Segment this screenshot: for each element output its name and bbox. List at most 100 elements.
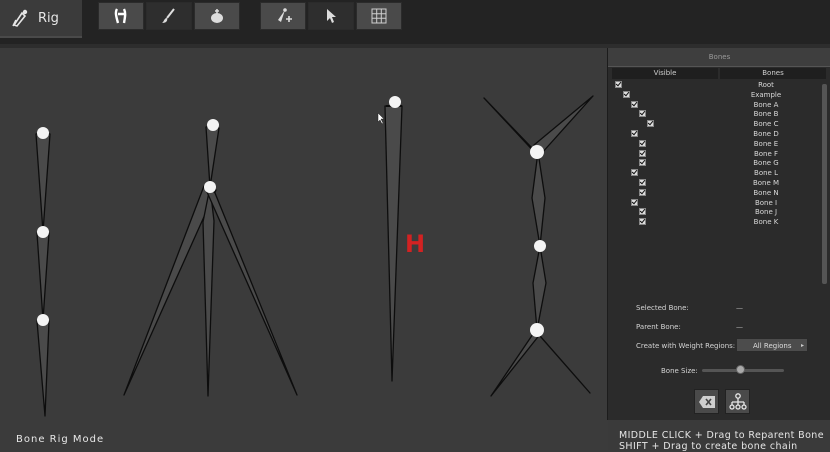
bone-joint[interactable]	[204, 181, 216, 193]
bone-shape[interactable]	[205, 125, 220, 188]
bone-shape[interactable]	[532, 245, 547, 331]
bone-list-item[interactable]: Bone N	[612, 188, 822, 198]
top-toolbar: Rig	[0, 0, 830, 44]
bone-list-item[interactable]: Bone B	[612, 109, 822, 119]
grid-toggle-button[interactable]	[356, 2, 402, 30]
selected-bone-label: Selected Bone:	[636, 304, 689, 312]
skeleton-icon	[114, 8, 127, 24]
bone-visibility-checkbox[interactable]	[639, 218, 646, 226]
create-bone-button[interactable]	[260, 2, 306, 30]
bone-visibility-checkbox[interactable]	[639, 188, 646, 196]
bone-shape[interactable]	[490, 329, 542, 397]
weight-regions-value: All Regions	[753, 342, 792, 350]
bone-name-label[interactable]: Bone F	[732, 149, 800, 159]
bone-list-item[interactable]: Bone G	[612, 158, 822, 168]
bone-gizmo-marker[interactable]: H	[405, 230, 425, 258]
bone-shape[interactable]	[533, 95, 594, 155]
bone-joint[interactable]	[207, 119, 219, 131]
bone-visibility-checkbox[interactable]	[631, 130, 638, 137]
select-tool-button[interactable]	[308, 2, 354, 30]
bone-visibility-checkbox[interactable]	[639, 110, 646, 118]
bones-panel: Bones Visible Bones Root Example Bone A Bon…	[607, 48, 830, 420]
bone-joint[interactable]	[389, 96, 401, 108]
bone-shape[interactable]	[384, 105, 403, 382]
bone-joint[interactable]	[37, 127, 49, 139]
visible-column-header[interactable]: Visible	[612, 68, 718, 79]
parent-bone-label: Parent Bone:	[636, 323, 681, 331]
bone-visibility-checkbox[interactable]	[647, 120, 654, 128]
bone-name-label[interactable]: Bone M	[732, 178, 800, 188]
bone-name-label[interactable]: Bone K	[732, 217, 800, 227]
bone-visibility-checkbox[interactable]	[639, 208, 646, 216]
bone-joint[interactable]	[37, 314, 49, 326]
bone-joint[interactable]	[530, 323, 544, 337]
bone-shape[interactable]	[36, 319, 50, 417]
bone-list-item[interactable]: Bone M	[612, 178, 822, 188]
bone-list-item[interactable]: Bone I	[612, 198, 822, 208]
delete-bone-button[interactable]	[694, 389, 719, 414]
bone-joint[interactable]	[534, 240, 546, 252]
bone-shape[interactable]	[35, 132, 51, 233]
create-bone-icon	[278, 8, 292, 22]
bone-list-scrollbar[interactable]	[822, 84, 827, 284]
bone-shape[interactable]	[123, 185, 217, 396]
bone-name-label[interactable]: Bone E	[732, 139, 800, 149]
bone-name-label[interactable]: Bone G	[732, 158, 800, 168]
hierarchy-button[interactable]	[725, 389, 750, 414]
bone-shape[interactable]	[531, 151, 546, 247]
bone-name-label[interactable]: Bone L	[732, 168, 800, 178]
rig-mode-tab[interactable]: Rig	[0, 0, 82, 38]
bone-list-item[interactable]: Bone A	[612, 100, 822, 110]
bone-shape[interactable]	[531, 326, 591, 394]
bone-shape[interactable]	[206, 186, 298, 396]
weight-regions-dropdown[interactable]: All Regions ▸	[736, 338, 808, 352]
bone-list-item[interactable]: Bone J	[612, 207, 822, 217]
bone-visibility-checkbox[interactable]	[623, 90, 630, 98]
bone-list-item[interactable]: Bone D	[612, 129, 822, 139]
bone-size-slider-handle[interactable]	[736, 365, 745, 374]
tool-group-1	[98, 2, 240, 30]
rig-mode-label: Rig	[38, 10, 59, 26]
bone-name-label[interactable]: Bone B	[732, 109, 800, 119]
bone-visibility-checkbox[interactable]	[639, 159, 646, 167]
bone-name-label[interactable]: Bone C	[732, 119, 800, 129]
hint-reparent: MIDDLE CLICK + Drag to Reparent Bone	[619, 430, 824, 441]
tool-group-2	[260, 2, 402, 30]
bone-name-label[interactable]: Root	[732, 80, 800, 90]
bone-name-label[interactable]: Bone J	[732, 207, 800, 217]
bone-list-item[interactable]: Root	[612, 80, 822, 90]
skeleton-tool-button[interactable]	[98, 2, 144, 30]
bone-list-item[interactable]: Bone F	[612, 149, 822, 159]
rig-viewport[interactable]	[0, 48, 608, 450]
bone-joint[interactable]	[37, 226, 49, 238]
bone-list-item[interactable]: Bone C	[612, 119, 822, 129]
grid-icon	[371, 8, 387, 24]
bone-visibility-checkbox[interactable]	[639, 149, 646, 157]
bone-list-item[interactable]: Bone E	[612, 139, 822, 149]
bones-canvas[interactable]	[0, 48, 608, 450]
bone-list-item[interactable]: Bone K	[612, 217, 822, 227]
bone-visibility-checkbox[interactable]	[639, 139, 646, 147]
bone-name-label[interactable]: Example	[732, 90, 800, 100]
bone-name-label[interactable]: Bone A	[732, 100, 800, 110]
bones-column-header[interactable]: Bones	[720, 68, 826, 79]
bone-visibility-checkbox[interactable]	[615, 81, 622, 88]
bone-shape[interactable]	[36, 231, 50, 321]
bone-visibility-checkbox[interactable]	[631, 169, 638, 177]
bone-visibility-checkbox[interactable]	[631, 198, 638, 206]
bone-list-item[interactable]: Bone L	[612, 168, 822, 178]
bone-name-label[interactable]: Bone I	[732, 198, 800, 208]
bone-tree: Root Example Bone A Bone B Bone C Bone D Bone …	[612, 80, 822, 290]
bone-shape[interactable]	[202, 186, 215, 397]
weight-regions-label: Create with Weight Regions:	[636, 342, 736, 350]
bone-visibility-checkbox[interactable]	[631, 100, 638, 108]
bone-name-label[interactable]: Bone D	[732, 129, 800, 139]
bone-name-label[interactable]: Bone N	[732, 188, 800, 198]
brush-tool-button[interactable]	[146, 2, 192, 30]
bone-visibility-checkbox[interactable]	[639, 179, 646, 186]
weight-bucket-icon	[211, 9, 223, 23]
bone-joint[interactable]	[530, 145, 544, 159]
bone-list-item[interactable]: Example	[612, 90, 822, 100]
weight-tool-button[interactable]	[194, 2, 240, 30]
brush-icon	[162, 8, 175, 23]
